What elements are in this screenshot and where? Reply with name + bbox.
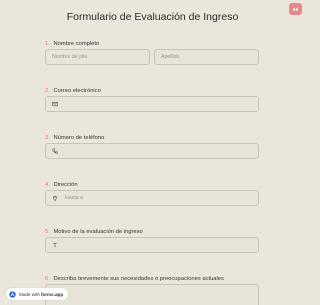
field-needs: 6. Describa brevemente sus necesidades o…: [45, 275, 259, 305]
field-label: Número de teléfono: [53, 135, 105, 141]
field-reason: 5. Motivo de la evaluación de ingreso: [45, 228, 259, 253]
address-input[interactable]: Hasta a: [45, 190, 259, 206]
email-input[interactable]: [45, 96, 259, 112]
badge-prefix: Made with: [19, 291, 40, 297]
mail-icon: [52, 101, 59, 108]
field-full-name: 1. Nombre completo Nombre de pila Apelli…: [45, 40, 259, 65]
text-icon: [52, 242, 59, 249]
needs-textarea[interactable]: [45, 284, 259, 305]
field-label: Dirección: [53, 182, 78, 188]
field-number: 1.: [45, 41, 50, 47]
field-address: 4. Dirección Hasta a: [45, 181, 259, 206]
field-phone: 3. Número de teléfono: [45, 134, 259, 159]
field-number: 5.: [45, 229, 50, 235]
form-title: Formulario de Evaluación de Ingreso: [66, 11, 239, 23]
field-label: Describa brevemente sus necesidades o pr…: [53, 276, 224, 282]
form-page: Formulario de Evaluación de Ingreso 1. N…: [0, 0, 305, 305]
phone-icon: [52, 148, 59, 155]
last-name-placeholder: Apellido: [161, 54, 180, 60]
last-name-input[interactable]: Apellido: [154, 49, 259, 65]
field-label: Nombre completo: [53, 41, 100, 47]
forms-app-logo-icon: [9, 290, 16, 298]
field-number: 2.: [45, 88, 50, 94]
first-name-input[interactable]: Nombre de pila: [45, 49, 150, 65]
field-label: Motivo de la evaluación de ingreso: [53, 229, 143, 235]
field-email: 2. Correo electrónico: [45, 87, 259, 112]
field-number: 6.: [45, 276, 50, 282]
field-number: 3.: [45, 135, 50, 141]
double-arrow-icon: [292, 6, 298, 12]
address-placeholder: Hasta a: [65, 195, 83, 201]
badge-brand: forms.app: [40, 291, 64, 297]
made-with-badge[interactable]: Made with forms.app: [6, 288, 68, 300]
field-label: Correo electrónico: [53, 88, 101, 94]
field-number: 4.: [45, 182, 50, 188]
location-pin-icon: [52, 195, 59, 202]
reason-input[interactable]: [45, 237, 259, 253]
phone-input[interactable]: [45, 143, 259, 159]
collapse-button[interactable]: [289, 3, 302, 15]
first-name-placeholder: Nombre de pila: [52, 54, 88, 60]
